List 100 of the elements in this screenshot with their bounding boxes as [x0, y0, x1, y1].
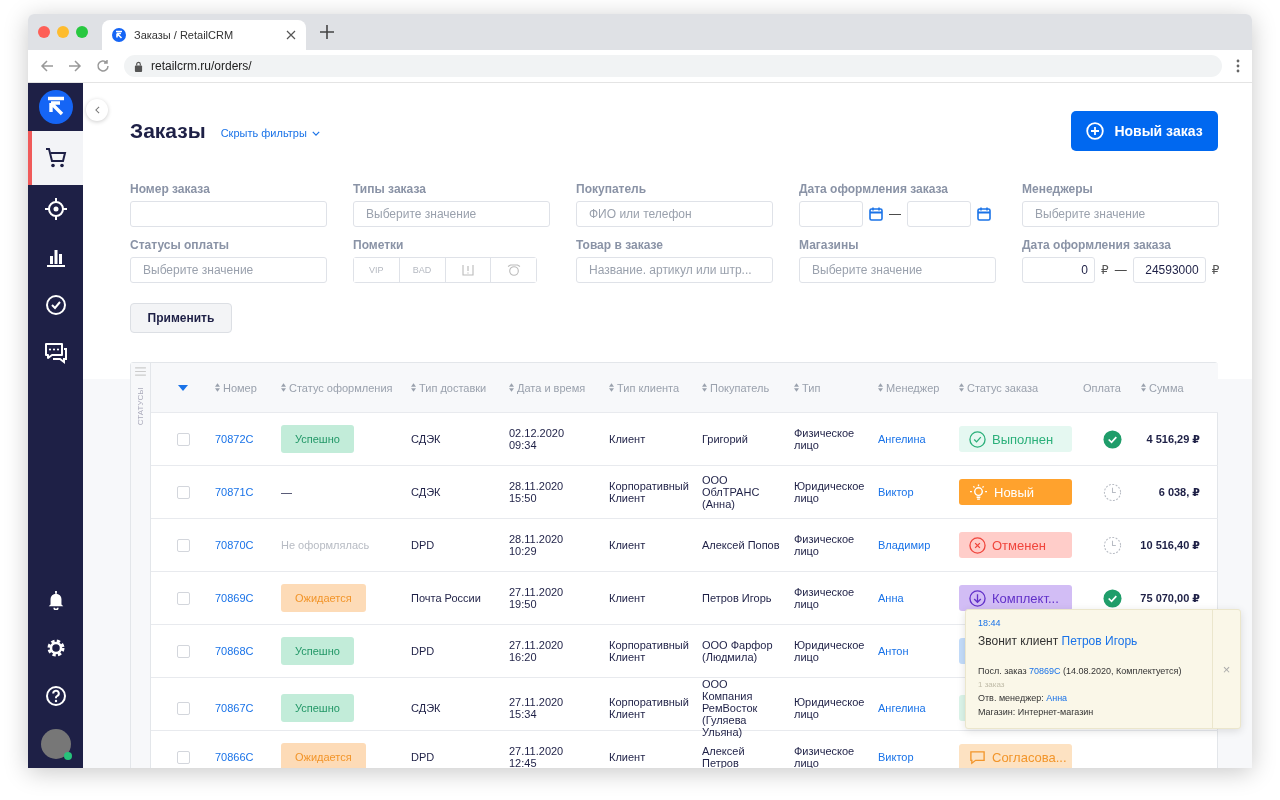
sort-icon[interactable] — [411, 383, 416, 392]
min-sum-field[interactable]: 0 — [1022, 257, 1095, 283]
minimize-window-icon[interactable] — [57, 26, 69, 38]
row-checkbox[interactable] — [176, 701, 190, 715]
select-field[interactable]: Выберите значение — [799, 257, 996, 283]
manager-link[interactable]: Антон — [878, 645, 909, 657]
order-number-link[interactable]: 70866C — [215, 751, 254, 763]
sort-icon[interactable] — [878, 383, 883, 392]
reload-icon[interactable] — [96, 59, 110, 73]
collapse-sidebar-button[interactable] — [86, 99, 108, 121]
nav-item[interactable] — [28, 131, 83, 185]
date-field[interactable] — [799, 201, 863, 227]
apply-button[interactable]: Применить — [130, 303, 232, 333]
column-header: Оплата — [1083, 381, 1121, 394]
column-header[interactable]: Номер — [223, 381, 257, 394]
client-link[interactable]: Петров Игорь — [1061, 634, 1138, 648]
row-checkbox[interactable] — [176, 432, 190, 446]
filter-label: Типы заказа — [353, 182, 427, 196]
column-header[interactable]: Покупатель — [710, 381, 770, 394]
manager-link[interactable]: Ангелина — [878, 702, 926, 714]
date-field[interactable] — [907, 201, 971, 227]
column-header[interactable]: Тип — [802, 381, 821, 394]
filter-label: Номер заказа — [130, 182, 211, 196]
address-field[interactable]: retailcrm.ru/orders/ — [124, 55, 1222, 77]
sort-icon[interactable] — [281, 383, 286, 392]
table-cell-text: Корпоративный Клиент — [609, 639, 690, 663]
calendar-icon[interactable] — [977, 207, 991, 221]
order-status-tag[interactable]: Комплект... — [959, 585, 1072, 611]
maximize-window-icon[interactable] — [76, 26, 88, 38]
close-icon[interactable] — [286, 30, 296, 40]
filter-label: Статусы оплаты — [130, 238, 231, 252]
sort-icon[interactable] — [609, 383, 614, 392]
manager-link[interactable]: Ангелина — [878, 433, 926, 445]
manager-link[interactable]: Владимир — [878, 539, 931, 551]
row-checkbox[interactable] — [176, 591, 190, 605]
column-header[interactable]: Тип доставки — [419, 381, 487, 394]
order-number-link[interactable]: 70869C — [215, 592, 254, 604]
sort-icon[interactable] — [509, 383, 514, 392]
input-field[interactable] — [130, 201, 327, 227]
responsible-manager-text: Отв. менеджер: Анна — [978, 693, 1069, 703]
sort-icon[interactable] — [702, 383, 707, 392]
logo-icon[interactable] — [38, 90, 73, 124]
input-field[interactable]: Название. артикул или штр... — [576, 257, 773, 283]
column-header[interactable]: Статус оформления — [289, 381, 393, 394]
back-icon[interactable] — [40, 59, 54, 73]
table-cell-text: DPD — [411, 539, 436, 551]
new-tab-icon[interactable] — [320, 25, 334, 39]
registration-status-tag: Успешно — [281, 694, 354, 722]
order-number-link[interactable]: 70870C — [215, 539, 254, 551]
forward-icon[interactable] — [68, 59, 82, 73]
filter-label: Пометки — [353, 238, 405, 252]
more-icon[interactable] — [1236, 59, 1240, 73]
pending-clock-icon — [1102, 535, 1122, 555]
currency-sign: ₽ — [1101, 263, 1109, 277]
select-field[interactable]: Выберите значение — [130, 257, 327, 283]
calendar-icon[interactable] — [869, 207, 883, 221]
column-header[interactable]: Менеджер — [886, 381, 940, 394]
manager-link[interactable]: Анна — [1046, 693, 1068, 703]
sort-icon[interactable] — [215, 383, 220, 392]
logo-icon — [112, 28, 126, 42]
cart-icon — [44, 147, 67, 169]
order-number-link[interactable]: 70867C — [215, 702, 254, 714]
table-cell-text: Физическое лицо — [794, 586, 856, 610]
row-checkbox[interactable] — [176, 644, 190, 658]
manager-link[interactable]: Виктор — [878, 486, 914, 498]
check-circle-icon — [44, 294, 67, 316]
column-header[interactable]: Сумма — [1149, 381, 1184, 394]
order-number-link[interactable]: 70868C — [215, 645, 254, 657]
order-number-link[interactable]: 70871C — [215, 486, 254, 498]
cross-circle-icon — [969, 536, 986, 554]
order-status-tag[interactable]: Выполнен — [959, 426, 1072, 452]
close-window-icon[interactable] — [38, 26, 50, 38]
sort-icon[interactable] — [794, 383, 799, 392]
column-header[interactable]: Статус заказа — [967, 381, 1039, 394]
row-checkbox[interactable] — [176, 485, 190, 499]
row-checkbox[interactable] — [176, 750, 190, 764]
order-link[interactable]: 70869C — [1029, 666, 1061, 676]
table-cell-text: СДЭК — [411, 433, 442, 445]
select-field[interactable]: Выберите значение — [1022, 201, 1219, 227]
manager-link[interactable]: Виктор — [878, 751, 914, 763]
hide-filters-link[interactable]: Скрыть фильтры — [220, 127, 320, 139]
sort-icon[interactable] — [959, 383, 964, 392]
new-order-button[interactable]: Новый заказ — [1071, 111, 1218, 151]
column-header[interactable]: Дата и время — [517, 381, 586, 394]
down-arrow-circle-icon — [969, 589, 986, 607]
order-status-tag[interactable]: Отменен — [959, 532, 1072, 558]
row-checkbox[interactable] — [176, 538, 190, 552]
input-field[interactable]: ФИО или телефон — [576, 201, 773, 227]
help-icon[interactable] — [44, 685, 67, 707]
sort-icon[interactable] — [1141, 383, 1146, 392]
browser-tab[interactable]: Заказы / RetailCRM — [102, 20, 306, 50]
check-circle-icon — [969, 430, 986, 448]
max-sum-field[interactable]: 24593000 — [1132, 257, 1206, 283]
order-number-link[interactable]: 70872C — [215, 433, 254, 445]
manager-link[interactable]: Анна — [878, 592, 904, 604]
caret-down-icon[interactable] — [178, 384, 188, 391]
table-cell-text: Корпоративный Клиент — [609, 480, 690, 504]
avatar[interactable] — [40, 729, 71, 759]
select-field[interactable]: Выберите значение — [353, 201, 550, 227]
column-header[interactable]: Тип клиента — [617, 381, 680, 394]
